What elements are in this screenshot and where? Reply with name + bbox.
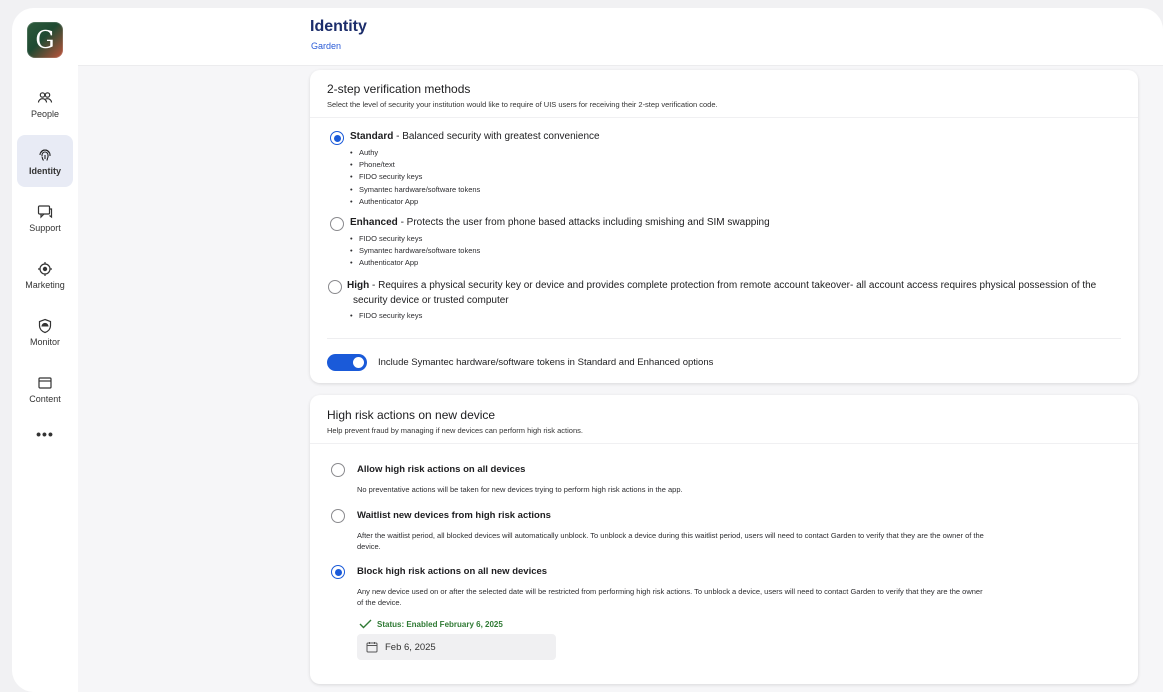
- sidebar-item-content[interactable]: Content: [17, 363, 73, 415]
- high-risk-actions-card: High risk actions on new device Help pre…: [310, 395, 1138, 684]
- sidebar-item-marketing[interactable]: Marketing: [17, 249, 73, 301]
- sidebar-item-label: Identity: [28, 165, 61, 176]
- list-item: FIDO security keys: [350, 171, 480, 183]
- sidebar-item-label: People: [30, 108, 60, 119]
- option-name: High: [347, 280, 370, 291]
- verification-methods-card: 2-step verification methods Select the l…: [310, 70, 1138, 383]
- sidebar-nav: People Identity Support Marketing Monito…: [12, 78, 78, 442]
- card-subtitle: Help prevent fraud by managing if new de…: [327, 426, 583, 435]
- option-description: - Requires a physical security key or de…: [369, 280, 1097, 291]
- card-title: 2-step verification methods: [327, 82, 471, 96]
- enhanced-option-label: Enhanced - Protects the user from phone …: [350, 216, 770, 230]
- divider: [327, 338, 1121, 339]
- card-subtitle: Select the level of security your instit…: [327, 100, 718, 109]
- fingerprint-icon: [39, 149, 51, 161]
- waitlist-radio[interactable]: [331, 509, 345, 523]
- card-title: High risk actions on new device: [327, 408, 496, 422]
- window-icon: [38, 376, 52, 389]
- allow-all-radio[interactable]: [331, 463, 345, 477]
- breadcrumb[interactable]: Garden: [311, 41, 341, 51]
- shield-icon: [38, 318, 52, 333]
- sidebar-item-label: Monitor: [29, 336, 60, 347]
- sidebar-item-people[interactable]: People: [17, 78, 73, 130]
- sidebar-item-support[interactable]: Support: [17, 192, 73, 244]
- sidebar-item-label: Marketing: [25, 279, 65, 290]
- target-icon: [38, 261, 52, 276]
- sidebar: G People Identity Support Marketing Moni…: [12, 8, 78, 692]
- option-name: Enhanced: [350, 217, 398, 228]
- standard-radio[interactable]: [330, 131, 344, 145]
- people-icon: [37, 91, 53, 103]
- option-description: Any new device used on or after the sele…: [357, 587, 983, 596]
- option-description-line2: device.: [357, 542, 381, 551]
- option-description: - Balanced security with greatest conven…: [393, 131, 600, 142]
- high-option-label-line2: security device or trusted computer: [353, 295, 509, 306]
- option-description-line2: of the device.: [357, 598, 402, 607]
- standard-methods-list: Authy Phone/text FIDO security keys Syma…: [350, 147, 480, 208]
- enhanced-methods-list: FIDO security keys Symantec hardware/sof…: [350, 233, 480, 270]
- sidebar-item-monitor[interactable]: Monitor: [17, 306, 73, 358]
- list-item: Authenticator App: [350, 196, 480, 208]
- option-title: Allow high risk actions on all devices: [357, 464, 526, 475]
- chat-icon: [37, 204, 53, 218]
- high-methods-list: FIDO security keys: [350, 310, 422, 322]
- option-title: Block high risk actions on all new devic…: [357, 566, 548, 577]
- date-value: Feb 6, 2025: [385, 641, 436, 653]
- page-header: Identity Garden: [78, 8, 1163, 66]
- main-content: Identity Garden 2-step verification meth…: [78, 8, 1163, 692]
- toggle-label: Include Symantec hardware/software token…: [378, 357, 714, 368]
- option-name: Standard: [350, 131, 394, 142]
- more-icon[interactable]: •••: [36, 426, 54, 442]
- list-item: Authy: [350, 147, 480, 159]
- date-picker-field[interactable]: Feb 6, 2025: [357, 634, 556, 660]
- list-item: Phone/text: [350, 159, 480, 171]
- block-new-devices-radio[interactable]: [331, 565, 345, 579]
- option-description: No preventative actions will be taken fo…: [357, 485, 683, 494]
- list-item: FIDO security keys: [350, 233, 480, 245]
- card-header: 2-step verification methods Select the l…: [310, 70, 1138, 118]
- enhanced-radio[interactable]: [330, 217, 344, 231]
- sidebar-item-label: Content: [29, 393, 61, 404]
- symantec-toggle[interactable]: [327, 354, 367, 371]
- option-title: Waitlist new devices from high risk acti…: [357, 510, 551, 521]
- status-badge: Status: Enabled February 6, 2025: [359, 619, 503, 629]
- option-description: After the waitlist period, all blocked d…: [357, 531, 984, 540]
- app-window: G People Identity Support Marketing Moni…: [12, 8, 1163, 692]
- list-item: Symantec hardware/software tokens: [350, 245, 480, 257]
- sidebar-item-label: Support: [29, 222, 61, 233]
- option-description: - Protects the user from phone based att…: [397, 217, 770, 228]
- high-radio[interactable]: [328, 280, 342, 294]
- list-item: Symantec hardware/software tokens: [350, 184, 480, 196]
- app-logo[interactable]: G: [27, 22, 63, 58]
- standard-option-label: Standard - Balanced security with greate…: [350, 130, 600, 144]
- high-option-label: High - Requires a physical security key …: [347, 279, 1096, 293]
- list-item: Authenticator App: [350, 257, 480, 269]
- page-title: Identity: [310, 18, 367, 35]
- sidebar-item-identity[interactable]: Identity: [17, 135, 73, 187]
- status-text: Status: Enabled February 6, 2025: [377, 619, 503, 629]
- calendar-icon: [366, 642, 378, 653]
- card-header: High risk actions on new device Help pre…: [310, 395, 1138, 444]
- list-item: FIDO security keys: [350, 310, 422, 322]
- check-icon: [359, 619, 372, 629]
